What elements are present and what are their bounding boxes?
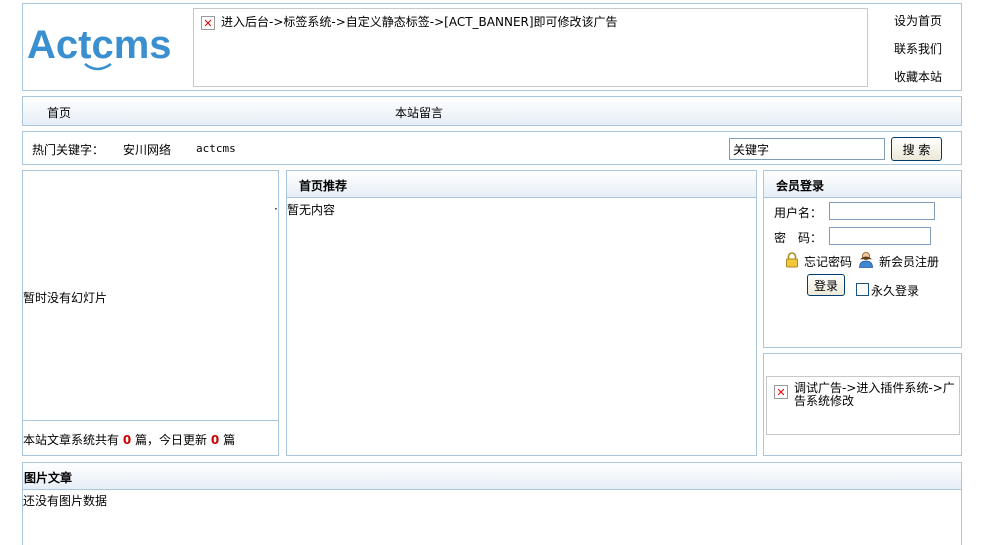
picture-articles-panel: 图片文章 还没有图片数据 <box>22 462 962 545</box>
ad-placeholder-text: 调试广告->进入插件系统->广告系统修改 <box>794 381 955 408</box>
stats-middle: 篇，今日更新 <box>135 433 208 447</box>
stats-line: 本站文章系统共有 0 篇，今日更新 0 篇 <box>23 431 235 448</box>
ad-slot[interactable]: ✕ 调试广告->进入插件系统->广告系统修改 <box>766 376 960 435</box>
password-input[interactable] <box>829 227 931 245</box>
stats-prefix: 本站文章系统共有 <box>23 433 120 447</box>
broken-image-icon: ✕ <box>201 16 215 30</box>
register-link[interactable]: 新会员注册 <box>879 253 939 270</box>
login-title: 会员登录 <box>764 171 961 198</box>
picture-articles-title: 图片文章 <box>23 463 961 490</box>
lock-icon <box>786 252 798 268</box>
recommend-panel: 首页推荐 · 暂无内容 <box>274 170 757 456</box>
today-update-count: 0 <box>210 433 220 447</box>
login-button[interactable]: 登录 <box>807 274 845 296</box>
broken-image-icon: ✕ <box>774 385 788 399</box>
recommend-title: 首页推荐 <box>287 171 756 198</box>
ad-panel: ✕ 调试广告->进入插件系统->广告系统修改 <box>763 353 962 456</box>
actcms-logo[interactable]: Actcms <box>27 18 189 78</box>
nav-item-home[interactable]: 首页 <box>47 104 71 121</box>
site-stats: 本站文章系统共有 0 篇，今日更新 0 篇 <box>23 420 278 455</box>
forgot-password-link[interactable]: 忘记密码 <box>804 253 852 270</box>
username-input[interactable] <box>829 202 935 220</box>
recommend-empty-text: 暂无内容 <box>287 203 336 217</box>
total-article-count: 0 <box>122 433 132 447</box>
search-input[interactable] <box>729 138 885 160</box>
bullet-dot: · <box>274 202 278 216</box>
main-nav: 首页 本站留言 <box>22 96 962 126</box>
user-icon <box>859 252 873 268</box>
site-header: Actcms ✕ 进入后台->标签系统->自定义静态标签->[ACT_BANNE… <box>22 3 962 91</box>
banner-placeholder-text: 进入后台->标签系统->自定义静态标签->[ACT_BANNER]即可修改该广告 <box>221 15 618 29</box>
slideshow-empty-text: 暂时没有幻灯片 <box>23 291 108 305</box>
member-login-panel: 会员登录 用户名： 密 码： 忘记密码 新会员注册 登录 永久登录 <box>763 170 962 348</box>
password-label: 密 码： <box>774 231 823 245</box>
stats-suffix: 篇 <box>223 433 236 447</box>
hot-keyword-link[interactable]: actcms <box>196 142 236 155</box>
remember-me-label[interactable]: 永久登录 <box>871 282 919 299</box>
slideshow-panel: 暂时没有幻灯片 本站文章系统共有 0 篇，今日更新 0 篇 <box>22 170 279 456</box>
search-bar: 热门关键字： 安川网络 actcms 搜 索 <box>22 131 962 165</box>
remember-me-checkbox[interactable] <box>856 283 869 296</box>
set-homepage-link[interactable]: 设为首页 <box>894 12 942 29</box>
banner-ad-slot[interactable]: ✕ 进入后台->标签系统->自定义静态标签->[ACT_BANNER]即可修改该… <box>193 8 868 87</box>
username-label: 用户名： <box>774 206 823 220</box>
hot-keywords-label: 热门关键字： <box>32 143 105 157</box>
bookmark-site-link[interactable]: 收藏本站 <box>894 68 942 85</box>
nav-item-guestbook[interactable]: 本站留言 <box>395 104 443 121</box>
contact-us-link[interactable]: 联系我们 <box>894 40 942 57</box>
picture-articles-empty-text: 还没有图片数据 <box>23 494 108 508</box>
hot-keyword-link[interactable]: 安川网络 <box>123 141 171 158</box>
svg-text:Actcms: Actcms <box>27 23 172 67</box>
search-button[interactable]: 搜 索 <box>891 137 942 161</box>
